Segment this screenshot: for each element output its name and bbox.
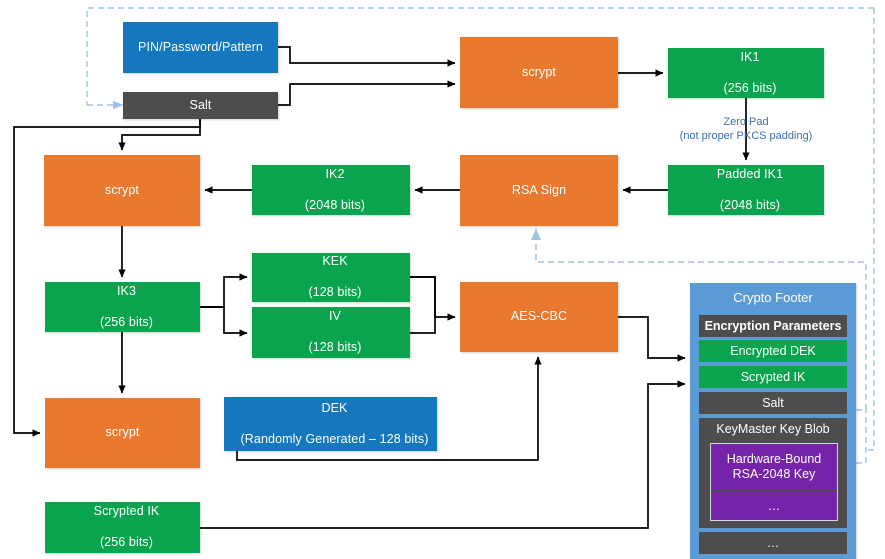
node-iv-line1: IV — [328, 309, 341, 324]
node-padded-ik1-label: Padded IK1 (2048 bits) — [668, 167, 824, 214]
node-dek[interactable]: DEK (Randomly Generated – 128 bits) — [224, 397, 437, 451]
annotation-zero-pad-line1: Zero Pad — [723, 116, 769, 128]
node-pin-label: PIN/Password/Pattern — [138, 39, 263, 54]
node-dek-line1: DEK — [321, 400, 348, 415]
node-pin-password-pattern[interactable]: PIN/Password/Pattern — [123, 22, 278, 73]
node-kek[interactable]: KEK (128 bits) — [252, 253, 410, 302]
node-padded-ik1-line2: (2048 bits) — [719, 197, 781, 212]
node-dek-label: DEK (Randomly Generated – 128 bits) — [224, 401, 437, 448]
node-scrypt-3[interactable]: scrypt — [45, 398, 200, 468]
node-iv-line2: (128 bits) — [308, 340, 362, 355]
crypto-footer-row-scrypted-ik[interactable]: Scrypted IK — [699, 366, 847, 388]
node-dek-line2: (Randomly Generated – 128 bits) — [240, 431, 429, 446]
node-scrypted-ik-line1: Scrypted IK — [93, 504, 160, 519]
node-ik3-line2: (256 bits) — [99, 314, 154, 329]
node-aes-cbc-label: AES-CBC — [510, 309, 568, 324]
node-ik3-line1: IK3 — [116, 283, 137, 298]
node-ik3[interactable]: IK3 (256 bits) — [45, 282, 200, 332]
annotation-zero-pad: Zero Pad (not proper PKCS padding) — [646, 115, 846, 144]
node-ik2[interactable]: IK2 (2048 bits) — [252, 165, 410, 215]
node-salt-label: Salt — [189, 97, 212, 112]
crypto-footer-row-encryption-parameters[interactable]: Encryption Parameters — [699, 315, 847, 337]
node-ik2-line2: (2048 bits) — [304, 197, 366, 212]
node-scrypt-2[interactable]: scrypt — [44, 155, 200, 226]
node-salt[interactable]: Salt — [123, 92, 278, 119]
node-ik3-label: IK3 (256 bits) — [45, 284, 200, 331]
node-ik1-line2: (256 bits) — [723, 80, 777, 95]
crypto-footer-row-salt[interactable]: Salt — [699, 392, 847, 414]
node-ik1-label: IK1 (256 bits) — [668, 50, 824, 97]
node-scrypt-3-label: scrypt — [105, 425, 140, 440]
node-kek-line2: (128 bits) — [308, 285, 362, 300]
node-scrypt-1-label: scrypt — [522, 64, 556, 79]
node-ik2-line1: IK2 — [325, 166, 345, 181]
node-iv[interactable]: IV (128 bits) — [252, 307, 410, 358]
keymaster-item-ellipsis[interactable]: … — [711, 492, 837, 520]
node-padded-ik1-line1: Padded IK1 — [716, 166, 784, 181]
node-scrypted-ik-line2: (256 bits) — [99, 535, 154, 550]
crypto-footer-title: Crypto Footer — [733, 290, 813, 306]
annotation-zero-pad-line2: (not proper PKCS padding) — [679, 130, 813, 143]
keymaster-item-hardware-bound-rsa-key[interactable]: Hardware-Bound RSA-2048 Key — [711, 444, 837, 490]
keymaster-blob-label: KeyMaster Key Blob — [716, 422, 830, 436]
keymaster-inner-container: Hardware-Bound RSA-2048 Key … — [710, 443, 838, 521]
node-ik1-line1: IK1 — [740, 49, 760, 64]
node-scrypt-2-label: scrypt — [105, 182, 139, 197]
node-ik2-label: IK2 (2048 bits) — [252, 167, 410, 214]
crypto-footer-row-encrypted-dek[interactable]: Encrypted DEK — [699, 340, 847, 362]
node-rsa-sign[interactable]: RSA Sign — [460, 155, 618, 226]
node-scrypted-ik[interactable]: Scrypted IK (256 bits) — [45, 502, 200, 553]
node-kek-line1: KEK — [322, 254, 348, 269]
node-aes-cbc[interactable]: AES-CBC — [460, 282, 618, 352]
diagram-canvas: PIN/Password/Pattern Salt scrypt IK1 (25… — [0, 0, 885, 559]
crypto-footer-panel[interactable]: Crypto Footer Encryption Parameters Encr… — [690, 283, 856, 559]
node-scrypted-ik-label: Scrypted IK (256 bits) — [45, 504, 200, 551]
node-kek-label: KEK (128 bits) — [252, 254, 410, 301]
node-iv-label: IV (128 bits) — [252, 309, 410, 356]
node-ik1[interactable]: IK1 (256 bits) — [668, 48, 824, 98]
node-padded-ik1[interactable]: Padded IK1 (2048 bits) — [668, 165, 824, 215]
node-rsa-sign-label: RSA Sign — [511, 182, 567, 197]
crypto-footer-row-ellipsis[interactable]: … — [699, 532, 847, 554]
node-scrypt-1[interactable]: scrypt — [460, 37, 618, 108]
